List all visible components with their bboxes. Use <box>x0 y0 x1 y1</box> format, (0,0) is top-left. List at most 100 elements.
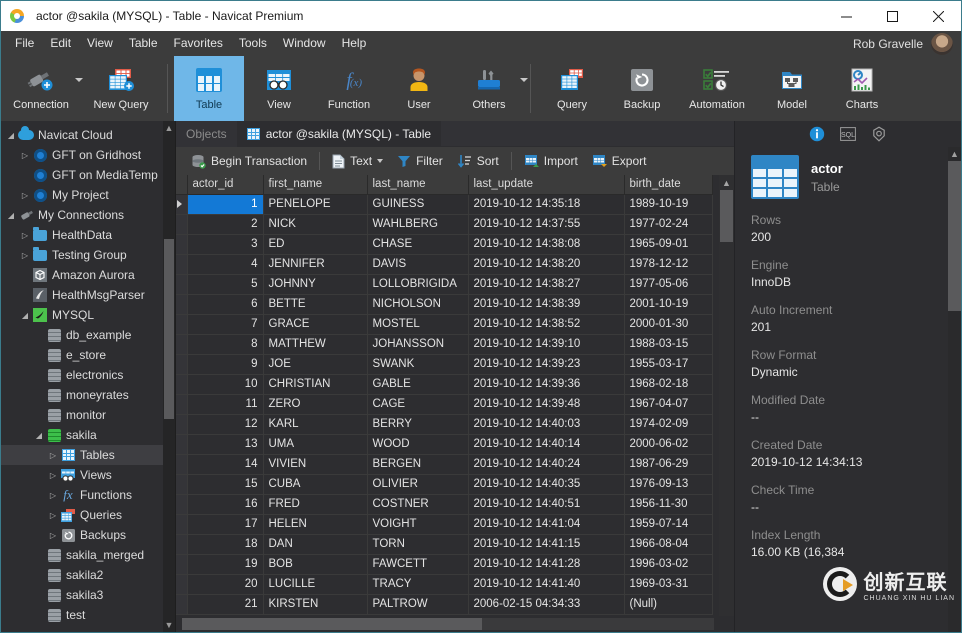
tree-expander-icon[interactable]: ▷ <box>19 191 31 200</box>
cell-actor_id[interactable]: 17 <box>187 514 263 534</box>
table-row[interactable]: 1PENELOPEGUINESS2019-10-12 14:35:181989-… <box>176 194 712 214</box>
row-marker[interactable] <box>176 214 187 234</box>
minimize-button[interactable] <box>823 1 869 31</box>
automation-button[interactable]: Automation <box>677 56 757 121</box>
tree-expander-icon[interactable]: ▷ <box>47 491 59 500</box>
sidebar-item-my-connections[interactable]: ◢My Connections <box>1 205 175 225</box>
row-marker[interactable] <box>176 474 187 494</box>
table-row[interactable]: 15CUBAOLIVIER2019-10-12 14:40:351976-09-… <box>176 474 712 494</box>
cell-birth_date[interactable]: 2000-06-02 <box>624 434 712 454</box>
connection-button[interactable]: Connection <box>1 56 81 121</box>
tab-objects[interactable]: Objects <box>176 121 237 147</box>
row-marker[interactable] <box>176 354 187 374</box>
cell-actor_id[interactable]: 3 <box>187 234 263 254</box>
row-marker[interactable] <box>176 314 187 334</box>
tree-expander-icon[interactable]: ▷ <box>19 251 31 260</box>
sql-icon[interactable]: SQL <box>840 126 857 143</box>
sidebar-item-functions[interactable]: ▷fxFunctions <box>1 485 175 505</box>
column-header-birth_date[interactable]: birth_date <box>624 175 712 194</box>
others-caret-icon[interactable] <box>520 78 528 82</box>
cell-actor_id[interactable]: 5 <box>187 274 263 294</box>
cell-actor_id[interactable]: 12 <box>187 414 263 434</box>
avatar[interactable] <box>931 33 953 55</box>
sidebar-item-sakila-merged[interactable]: sakila_merged <box>1 545 175 565</box>
cell-last_update[interactable]: 2019-10-12 14:39:48 <box>468 394 624 414</box>
cell-actor_id[interactable]: 16 <box>187 494 263 514</box>
cell-last_name[interactable]: PALTROW <box>367 594 468 614</box>
cell-first_name[interactable]: PENELOPE <box>263 194 367 214</box>
menu-tools[interactable]: Tools <box>231 31 275 56</box>
cell-first_name[interactable]: LUCILLE <box>263 574 367 594</box>
menu-window[interactable]: Window <box>275 31 334 56</box>
sidebar-scrollbar[interactable]: ▲ ▼ <box>163 121 175 632</box>
info-icon[interactable] <box>809 126 826 143</box>
cell-last_update[interactable]: 2019-10-12 14:40:35 <box>468 474 624 494</box>
table-row[interactable]: 18DANTORN2019-10-12 14:41:151966-08-04 <box>176 534 712 554</box>
cell-actor_id[interactable]: 1 <box>187 194 263 214</box>
cell-last_update[interactable]: 2019-10-12 14:40:51 <box>468 494 624 514</box>
grid-scroll-up-icon[interactable]: ▲ <box>719 175 734 190</box>
cell-first_name[interactable]: MATTHEW <box>263 334 367 354</box>
column-header-last_name[interactable]: last_name <box>367 175 468 194</box>
column-header-last_update[interactable]: last_update <box>468 175 624 194</box>
sidebar-item-testing-group[interactable]: ▷Testing Group <box>1 245 175 265</box>
table-row[interactable]: 12KARLBERRY2019-10-12 14:40:031974-02-09 <box>176 414 712 434</box>
row-marker[interactable] <box>176 334 187 354</box>
cell-actor_id[interactable]: 20 <box>187 574 263 594</box>
cell-birth_date[interactable]: 1976-09-13 <box>624 474 712 494</box>
cell-birth_date[interactable]: 2001-10-19 <box>624 294 712 314</box>
settings-icon[interactable] <box>871 126 888 143</box>
cell-birth_date[interactable]: 1978-12-12 <box>624 254 712 274</box>
cell-birth_date[interactable]: 1988-03-15 <box>624 334 712 354</box>
cell-last_name[interactable]: DAVIS <box>367 254 468 274</box>
table-row[interactable]: 4JENNIFERDAVIS2019-10-12 14:38:201978-12… <box>176 254 712 274</box>
table-row[interactable]: 19BOBFAWCETT2019-10-12 14:41:281996-03-0… <box>176 554 712 574</box>
cell-last_name[interactable]: CAGE <box>367 394 468 414</box>
row-marker[interactable] <box>176 514 187 534</box>
cell-last_update[interactable]: 2019-10-12 14:41:28 <box>468 554 624 574</box>
row-marker[interactable] <box>176 574 187 594</box>
tree-expander-icon[interactable]: ▷ <box>19 231 31 240</box>
cell-birth_date[interactable]: 1987-06-29 <box>624 454 712 474</box>
cell-actor_id[interactable]: 21 <box>187 594 263 614</box>
function-button[interactable]: f (x) Function <box>314 56 384 121</box>
cell-last_update[interactable]: 2019-10-12 14:41:15 <box>468 534 624 554</box>
column-header-first_name[interactable]: first_name <box>263 175 367 194</box>
cell-actor_id[interactable]: 13 <box>187 434 263 454</box>
cell-last_name[interactable]: COSTNER <box>367 494 468 514</box>
tree-expander-icon[interactable]: ◢ <box>5 131 17 140</box>
cell-first_name[interactable]: DAN <box>263 534 367 554</box>
menu-file[interactable]: File <box>7 31 42 56</box>
cell-actor_id[interactable]: 9 <box>187 354 263 374</box>
sidebar-item-moneyrates[interactable]: moneyrates <box>1 385 175 405</box>
cell-last_update[interactable]: 2019-10-12 14:40:03 <box>468 414 624 434</box>
cell-last_update[interactable]: 2019-10-12 14:38:20 <box>468 254 624 274</box>
close-button[interactable] <box>915 1 961 31</box>
cell-first_name[interactable]: ZERO <box>263 394 367 414</box>
cell-last_name[interactable]: SWANK <box>367 354 468 374</box>
cell-last_name[interactable]: LOLLOBRIGIDA <box>367 274 468 294</box>
cell-last_name[interactable]: NICHOLSON <box>367 294 468 314</box>
tree-expander-icon[interactable]: ▷ <box>47 451 59 460</box>
export-button[interactable]: Export <box>585 147 654 175</box>
tab-actor-table[interactable]: actor @sakila (MYSQL) - Table <box>237 121 441 147</box>
cell-actor_id[interactable]: 4 <box>187 254 263 274</box>
cell-birth_date[interactable]: 1965-09-01 <box>624 234 712 254</box>
grid-scroll-thumb[interactable] <box>720 190 733 242</box>
table-row[interactable]: 3EDCHASE2019-10-12 14:38:081965-09-01 <box>176 234 712 254</box>
row-marker[interactable] <box>176 434 187 454</box>
row-marker[interactable] <box>176 554 187 574</box>
cell-actor_id[interactable]: 10 <box>187 374 263 394</box>
row-marker[interactable] <box>176 394 187 414</box>
table-row[interactable]: 5JOHNNYLOLLOBRIGIDA2019-10-12 14:38:2719… <box>176 274 712 294</box>
grid-hscroll-thumb[interactable] <box>182 618 482 630</box>
cell-last_update[interactable]: 2019-10-12 14:38:52 <box>468 314 624 334</box>
sidebar-item-healthmsgparser[interactable]: HealthMsgParser <box>1 285 175 305</box>
cell-first_name[interactable]: JENNIFER <box>263 254 367 274</box>
cell-first_name[interactable]: ED <box>263 234 367 254</box>
menu-help[interactable]: Help <box>334 31 375 56</box>
cell-actor_id[interactable]: 15 <box>187 474 263 494</box>
menu-table[interactable]: Table <box>121 31 166 56</box>
cell-birth_date[interactable]: 1959-07-14 <box>624 514 712 534</box>
row-marker[interactable] <box>176 254 187 274</box>
